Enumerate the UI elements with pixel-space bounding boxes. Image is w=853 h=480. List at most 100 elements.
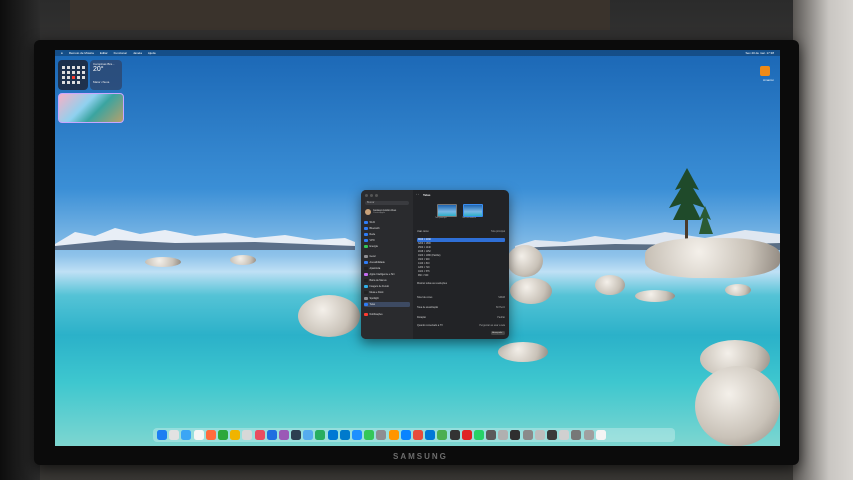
dock-app-icon[interactable] xyxy=(266,430,277,440)
dock-app-icon[interactable] xyxy=(559,430,570,440)
dock-app-icon[interactable] xyxy=(242,430,253,440)
sidebar-item-label: Spotlight xyxy=(369,297,379,300)
dock-icon xyxy=(364,290,368,295)
dock-app-icon[interactable] xyxy=(291,430,302,440)
account-row[interactable]: Gustavo Aurélio Alves Conta Apple xyxy=(365,208,409,216)
search-input[interactable]: Buscar xyxy=(365,201,409,205)
dock-app-icon[interactable] xyxy=(400,430,411,440)
sidebar-item-bluetooth[interactable]: Bluetooth xyxy=(364,226,410,231)
dock-app-icon[interactable] xyxy=(217,430,228,440)
sidebar-item-wifi[interactable]: Wi-Fi xyxy=(364,220,410,225)
sidebar-item-notifications[interactable]: Notificações xyxy=(364,312,410,317)
sidebar-item-wallpaper[interactable]: Imagem de Fundo xyxy=(364,284,410,289)
menu-item[interactable]: Funcionar xyxy=(114,50,127,56)
close-button[interactable] xyxy=(365,194,368,197)
sidebar-item-network[interactable]: Rede xyxy=(364,232,410,237)
dock-app-icon[interactable] xyxy=(498,430,509,440)
dock-app-icon[interactable] xyxy=(534,430,545,440)
sidebar-item-displays[interactable]: Telas xyxy=(364,302,410,307)
menu-item[interactable]: Editar xyxy=(100,50,108,56)
gear-icon xyxy=(364,254,368,259)
resolution-option[interactable]: 960 × 540 xyxy=(417,274,505,278)
dock-app-icon[interactable] xyxy=(437,430,448,440)
sidebar-item-label: Rede xyxy=(369,233,376,236)
dock-app-icon[interactable] xyxy=(583,430,594,440)
bluetooth-icon xyxy=(364,226,368,231)
menu-item[interactable]: Remoto de Música xyxy=(69,50,94,56)
settings-row[interactable]: Rotação Padrão xyxy=(417,316,505,319)
dock-app-icon[interactable] xyxy=(486,430,497,440)
dock-app-icon[interactable] xyxy=(303,430,314,440)
photos-widget[interactable] xyxy=(58,93,124,123)
minimize-button[interactable] xyxy=(370,194,373,197)
sidebar-item-label: Geral xyxy=(369,255,376,258)
dock-app-icon[interactable] xyxy=(230,430,241,440)
sidebar-item-menubar[interactable]: Barra de Menus xyxy=(364,278,410,283)
sidebar-item-vpn[interactable]: VPN xyxy=(364,238,410,243)
zoom-button[interactable] xyxy=(375,194,378,197)
dock-app-icon[interactable] xyxy=(412,430,423,440)
dock-app-icon[interactable] xyxy=(376,430,387,440)
row-value: SRGB xyxy=(498,296,505,299)
sidebar-item-general[interactable]: Geral xyxy=(364,254,410,259)
apple-icon[interactable]: ● xyxy=(61,50,63,56)
dock-app-icon[interactable] xyxy=(193,430,204,440)
sidebar-item-dock[interactable]: Mesa e Dock xyxy=(364,290,410,295)
menubar-clock[interactable]: Sex 20 de mar. 17:38 xyxy=(745,50,774,56)
calendar-widget[interactable] xyxy=(58,60,88,90)
dock-app-icon[interactable] xyxy=(278,430,289,440)
settings-row[interactable]: Taxa de atualização 60 Hertz xyxy=(417,306,505,309)
resolution-list[interactable]: 3840 × 2160 3200 × 1800 2560 × 1440 2048… xyxy=(417,238,505,278)
menu-items: ● Remoto de Música Editar Funcionar Jane… xyxy=(61,50,156,56)
back-arrow-icon[interactable]: ‹ › xyxy=(416,192,419,196)
row-value: 60 Hertz xyxy=(495,306,505,309)
dock-app-icon[interactable] xyxy=(388,430,399,440)
settings-row[interactable]: Quando conectado a TV Perguntar ao usar … xyxy=(417,324,505,327)
rock xyxy=(298,295,360,337)
row-label: Rotação xyxy=(417,316,426,319)
sidebar-item-label: Acessibilidade xyxy=(369,261,385,264)
dock-app-icon[interactable] xyxy=(364,430,375,440)
sidebar-item-appearance[interactable]: Aparência xyxy=(364,266,410,271)
dock-app-icon[interactable] xyxy=(327,430,338,440)
sidebar-item-spotlight[interactable]: Spotlight xyxy=(364,296,410,301)
dock-app-icon[interactable] xyxy=(181,430,192,440)
dock-app-icon[interactable] xyxy=(595,430,606,440)
dock-app-icon[interactable] xyxy=(339,430,350,440)
menu-item[interactable]: Janela xyxy=(133,50,142,56)
display-thumbnail-main[interactable] xyxy=(437,204,457,217)
sidebar-item-label: Apple Intelligence e Siri xyxy=(369,273,395,276)
dock-app-icon[interactable] xyxy=(571,430,582,440)
dock-app-icon[interactable] xyxy=(547,430,557,440)
row-value: Tela principal xyxy=(491,230,505,233)
use-as-row[interactable]: Usar como Tela principal xyxy=(417,230,505,233)
advanced-button[interactable]: Avançado... xyxy=(491,331,505,335)
menu-item[interactable]: Ajuda xyxy=(148,50,156,56)
wallpaper-icon xyxy=(364,284,368,289)
dock-app-icon[interactable] xyxy=(315,430,326,440)
dock-app-icon[interactable] xyxy=(352,430,362,440)
dock-app-icon[interactable] xyxy=(461,430,472,440)
sidebar-item-energy[interactable]: Energia xyxy=(364,244,410,249)
dock-app-icon[interactable] xyxy=(425,430,436,440)
row-label: Usar como xyxy=(417,230,429,233)
weather-widget[interactable]: Campinas Bra... 20° Maior chuva xyxy=(90,60,122,90)
display-icon xyxy=(364,302,368,307)
dock-app-icon[interactable] xyxy=(510,430,521,440)
row-label: Nível de cores xyxy=(417,296,433,299)
dock-app-icon[interactable] xyxy=(473,430,484,440)
show-all-resolutions-toggle[interactable]: Mostrar todas as resoluções xyxy=(417,282,505,285)
dock-app-icon[interactable] xyxy=(522,430,533,440)
sidebar-item-accessibility[interactable]: Acessibilidade xyxy=(364,260,410,265)
dock-app-icon[interactable] xyxy=(169,430,180,440)
dock-app-icon[interactable] xyxy=(449,430,460,440)
page-title: Telas xyxy=(423,193,431,197)
system-settings-window[interactable]: Buscar Gustavo Aurélio Alves Conta Apple… xyxy=(361,190,509,339)
dock-app-icon[interactable] xyxy=(205,430,216,440)
dock-app-icon[interactable] xyxy=(157,430,167,440)
dock-app-icon[interactable] xyxy=(254,430,265,440)
sidebar-item-siri[interactable]: Apple Intelligence e Siri xyxy=(364,272,410,277)
settings-row[interactable]: Nível de cores SRGB xyxy=(417,296,505,299)
display-thumbnail-secondary[interactable] xyxy=(463,204,483,217)
shopping-bag-icon[interactable] xyxy=(760,66,770,76)
